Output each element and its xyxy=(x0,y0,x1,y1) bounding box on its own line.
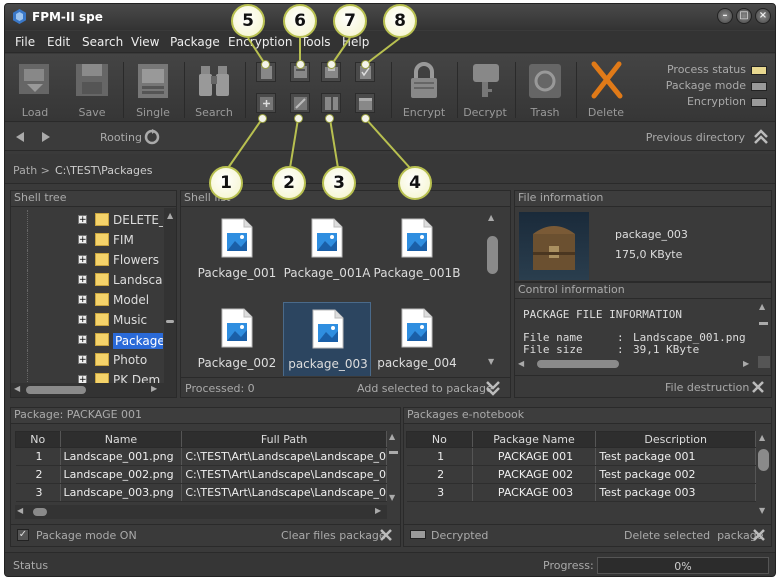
callout-anchor xyxy=(261,60,270,69)
callout-7: 7 xyxy=(333,4,367,38)
callout-anchor xyxy=(294,114,303,123)
callout-anchor xyxy=(327,60,336,69)
callout-anchor xyxy=(361,114,370,123)
callout-lines xyxy=(227,37,411,169)
callout-8: 8 xyxy=(383,4,417,38)
callout-anchor xyxy=(361,60,370,69)
callout-anchor xyxy=(296,60,305,69)
callout-anchor xyxy=(325,114,334,123)
callout-2: 2 xyxy=(272,166,306,200)
callout-5: 5 xyxy=(231,4,265,38)
callout-4: 4 xyxy=(398,166,432,200)
callout-3: 3 xyxy=(322,166,356,200)
callout-anchor xyxy=(258,114,267,123)
callout-1: 1 xyxy=(209,166,243,200)
callout-6: 6 xyxy=(283,4,317,38)
